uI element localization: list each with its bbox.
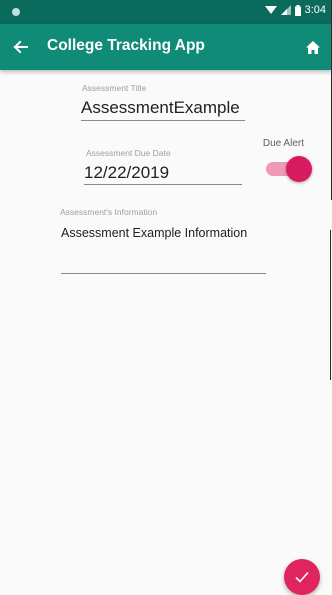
due-date-label: Assessment Due Date	[86, 148, 171, 158]
wifi-icon	[264, 6, 277, 14]
check-icon	[295, 571, 309, 583]
arrow-left-icon	[13, 40, 28, 54]
save-fab-button[interactable]	[284, 559, 320, 595]
due-alert-label: Due Alert	[262, 138, 304, 149]
due-date-input[interactable]	[84, 161, 242, 185]
information-label: Assessment's Information	[60, 207, 158, 217]
page-title: College Tracking App	[47, 37, 205, 54]
due-alert-toggle[interactable]	[266, 155, 314, 183]
information-input[interactable]: Assessment Example Information	[61, 225, 266, 274]
app-bar: College Tracking App	[0, 24, 332, 70]
assessment-title-input[interactable]	[81, 96, 245, 121]
status-time: 3:04	[304, 4, 326, 16]
toggle-thumb	[286, 156, 312, 182]
home-icon	[306, 40, 320, 54]
status-icons: 3:04	[264, 4, 326, 16]
home-button[interactable]	[300, 34, 326, 60]
signal-icon	[280, 5, 291, 15]
back-button[interactable]	[6, 33, 34, 61]
status-bar: 3:04	[0, 0, 332, 24]
notification-dot-icon	[12, 8, 20, 16]
edge-divider	[330, 230, 331, 380]
battery-icon	[294, 4, 301, 16]
assessment-title-label: Assessment Title	[82, 83, 147, 93]
